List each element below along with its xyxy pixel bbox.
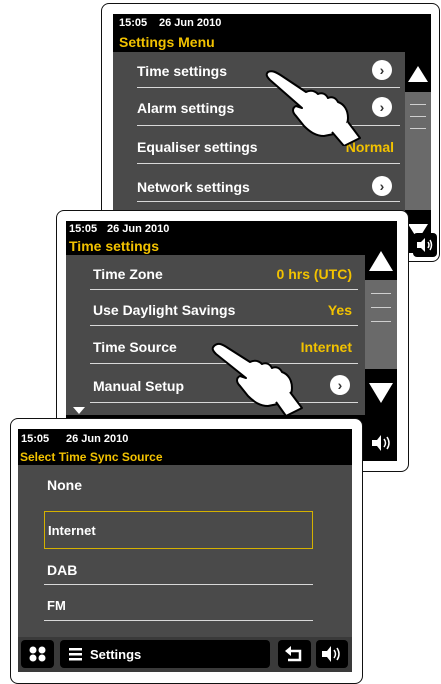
time-sync-source-screen: 15:05 26 Jun 2010 Select Time Sync Sourc… xyxy=(18,429,352,672)
page-title: Time settings xyxy=(66,237,397,255)
volume-icon xyxy=(372,435,390,451)
divider xyxy=(44,620,313,621)
menu-item-label: Equaliser settings xyxy=(137,139,258,155)
up-arrow-icon xyxy=(369,251,393,271)
volume-icon xyxy=(417,238,433,252)
scrollbar[interactable] xyxy=(365,237,397,415)
page-title: Select Time Sync Source xyxy=(18,449,352,465)
menu-item-daylight-savings[interactable]: Use Daylight Savings Yes xyxy=(90,290,358,326)
scroll-grip xyxy=(410,128,426,129)
scroll-up-button[interactable] xyxy=(405,52,431,92)
chevron-right-icon: › xyxy=(372,97,392,117)
menu-icon xyxy=(69,648,82,661)
option-label: FM xyxy=(47,598,66,613)
status-time: 15:05 xyxy=(21,433,50,445)
pointing-hand-icon xyxy=(211,342,303,417)
scroll-grip xyxy=(410,104,426,105)
scroll-grip xyxy=(371,321,391,322)
divider xyxy=(137,201,400,202)
pointing-hand-icon xyxy=(265,70,361,146)
volume-button[interactable] xyxy=(368,429,395,457)
page-title: Settings Menu xyxy=(113,32,431,52)
menu-item-value: 0 hrs (UTC) xyxy=(276,266,352,282)
status-date: 26 Jun 2010 xyxy=(159,17,222,29)
back-button[interactable] xyxy=(278,640,311,668)
menu-item-label: Time settings xyxy=(137,63,227,79)
scroll-grip xyxy=(371,307,391,308)
option-label: None xyxy=(47,477,82,493)
option-label: DAB xyxy=(47,562,78,578)
volume-icon xyxy=(322,646,340,662)
status-bar: 15:05 26 Jun 2010 xyxy=(66,221,397,237)
scroll-grip xyxy=(410,116,426,117)
down-arrow-icon xyxy=(369,383,393,403)
back-icon xyxy=(285,646,302,662)
bottom-toolbar: Settings xyxy=(18,637,352,672)
scroll-down-button[interactable] xyxy=(365,369,397,415)
chevron-right-icon: › xyxy=(372,60,392,80)
menu-item-label: Time Source xyxy=(93,339,177,355)
settings-button-label: Settings xyxy=(90,647,142,662)
option-none[interactable]: None xyxy=(44,465,313,499)
menu-item-value: Yes xyxy=(327,302,352,318)
menu-item-label: Time Zone xyxy=(93,266,163,282)
option-fm[interactable]: FM xyxy=(44,585,313,621)
time-sync-source-panel: 15:05 26 Jun 2010 Select Time Sync Sourc… xyxy=(10,418,363,684)
option-label: Internet xyxy=(48,523,96,538)
status-bar: 15:05 26 Jun 2010 xyxy=(113,14,431,32)
option-internet[interactable]: Internet xyxy=(44,511,313,549)
volume-button[interactable] xyxy=(413,233,437,257)
menu-item-label: Use Daylight Savings xyxy=(93,302,236,318)
settings-menu-button[interactable]: Settings xyxy=(60,640,270,668)
status-date: 26 Jun 2010 xyxy=(107,223,170,235)
grid-icon xyxy=(29,646,46,662)
up-arrow-icon xyxy=(408,66,428,82)
menu-item-network-settings[interactable]: Network settings › xyxy=(137,164,400,202)
chevron-right-icon: › xyxy=(330,375,350,395)
menu-item-time-zone[interactable]: Time Zone 0 hrs (UTC) xyxy=(90,255,358,290)
scroll-up-button[interactable] xyxy=(365,237,397,280)
status-time: 15:05 xyxy=(69,223,98,235)
status-date: 26 Jun 2010 xyxy=(66,433,129,445)
more-below-indicator-icon xyxy=(73,407,85,414)
status-bar: 15:05 26 Jun 2010 xyxy=(18,429,352,449)
menu-item-label: Alarm settings xyxy=(137,100,235,116)
home-grid-button[interactable] xyxy=(21,640,54,668)
option-dab[interactable]: DAB xyxy=(44,549,313,585)
menu-item-label: Manual Setup xyxy=(93,378,185,394)
volume-button[interactable] xyxy=(316,640,348,668)
menu-item-label: Network settings xyxy=(137,179,250,195)
scroll-grip xyxy=(371,293,391,294)
status-time: 15:05 xyxy=(119,17,148,29)
chevron-right-icon: › xyxy=(372,176,392,196)
